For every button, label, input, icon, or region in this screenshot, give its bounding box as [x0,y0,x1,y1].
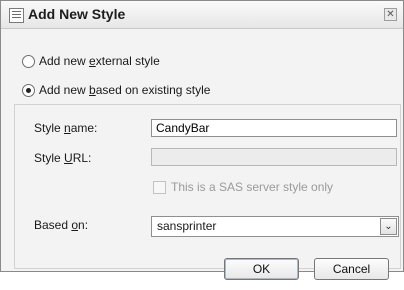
radio-external-button[interactable] [22,54,35,68]
add-new-style-dialog: Add New Style ✕ Add new external style A… [0,0,404,280]
close-button[interactable]: ✕ [384,8,397,21]
ok-button[interactable]: OK [224,258,299,280]
sas-server-only-option[interactable]: This is a SAS server style only [153,180,333,194]
dropdown-button[interactable]: ⌄ [380,218,397,235]
style-url-field[interactable] [151,148,397,166]
chevron-down-icon: ⌄ [384,221,393,232]
close-icon: ✕ [386,9,395,20]
based-on-value: sansprinter [157,219,217,233]
based-on-label: Based on: [34,218,89,232]
sas-server-only-checkbox[interactable] [153,180,166,194]
radio-existing-button[interactable] [22,83,35,97]
dialog-title: Add New Style [28,6,126,22]
radio-add-based-on-existing[interactable]: Add new based on existing style [22,83,210,97]
style-name-field[interactable] [151,119,397,137]
sas-server-only-label: This is a SAS server style only [171,180,334,194]
cancel-button[interactable]: Cancel [314,258,389,280]
style-name-label: Style name: [34,121,98,135]
radio-add-external[interactable]: Add new external style [22,54,160,68]
based-on-select[interactable]: sansprinter ⌄ [151,216,399,237]
style-list-icon [9,8,24,23]
title-bar[interactable]: Add New Style ✕ [1,1,403,29]
radio-existing-label: Add new based on existing style [39,83,211,97]
radio-external-label: Add new external style [39,54,160,68]
style-url-label: Style URL: [34,151,92,165]
